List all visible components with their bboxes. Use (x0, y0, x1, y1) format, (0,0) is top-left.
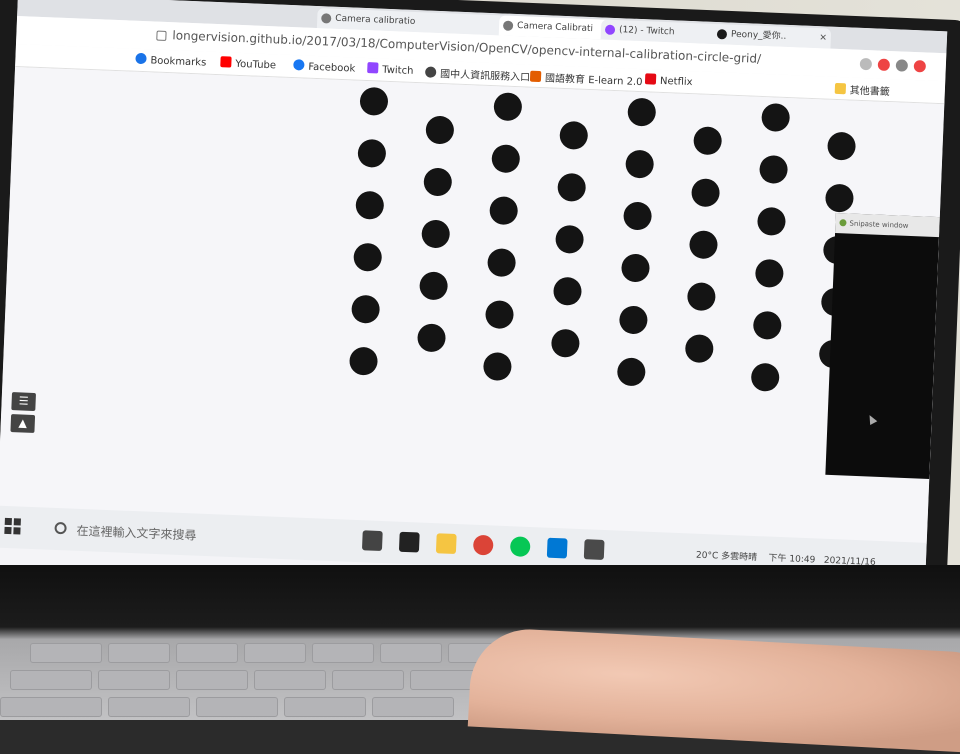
calibration-dot (689, 230, 718, 259)
tab-label: Camera calibratio (335, 13, 416, 27)
menu-icon[interactable]: ☰ (11, 392, 37, 412)
back-to-top-icon[interactable]: ▲ (10, 414, 36, 434)
calibration-dot (621, 254, 650, 283)
calibration-dot (759, 155, 788, 184)
calibration-dot (625, 150, 654, 179)
calibration-dot (493, 92, 522, 121)
calibration-dot (491, 144, 520, 173)
bookmark-youtube[interactable]: YouTube (220, 56, 276, 71)
calibration-dot (619, 305, 648, 334)
photos-icon[interactable] (583, 539, 605, 560)
calibration-dot (355, 191, 384, 220)
close-icon[interactable]: ✕ (819, 28, 827, 48)
calibration-dot (351, 295, 380, 324)
calibration-dot (685, 334, 714, 363)
taskbar-search-box[interactable]: 在這裡輸入文字來搜尋 (44, 516, 335, 554)
calibration-dot (489, 196, 518, 225)
profile-icon[interactable] (913, 60, 927, 73)
star-icon (135, 52, 147, 65)
calibration-dot (357, 139, 386, 168)
circle-grid-pattern (349, 87, 856, 392)
calibration-dot (557, 173, 586, 202)
calibration-dot (419, 271, 448, 300)
bookmark-facebook[interactable]: Facebook (293, 59, 355, 75)
bookmark-netflix[interactable]: Netflix (644, 73, 693, 88)
calibration-dot (755, 259, 784, 288)
calibration-dot (559, 121, 588, 150)
facebook-icon (293, 59, 305, 71)
calibration-dot (483, 352, 512, 381)
github-icon (502, 20, 514, 31)
calibration-dot (757, 207, 786, 236)
search-placeholder: 在這裡輸入文字來搜尋 (76, 523, 197, 543)
clock-time[interactable]: 下午 10:49 (768, 554, 815, 566)
calibration-dot (825, 184, 854, 213)
calibration-dot (425, 116, 454, 145)
youtube-icon (220, 56, 232, 68)
windows-start-icon[interactable] (4, 517, 21, 535)
shield-app-icon[interactable] (398, 531, 420, 553)
calibration-dot (359, 87, 388, 116)
weather-text[interactable]: 20°C 多雲時晴 (696, 551, 757, 563)
tab-label: (12) - Twitch (618, 25, 675, 38)
page-content: ☰ ▲ Snipaste window (0, 66, 945, 544)
panel-title: Snipaste window (835, 212, 940, 238)
calibration-dot (753, 311, 782, 340)
calibration-dot (627, 98, 656, 127)
bookmark-portal[interactable]: 國中人資訊服務入口 (424, 64, 531, 84)
bookmark-elearn[interactable]: 國語教育 E-learn 2.0 (529, 69, 643, 88)
twitch-icon (367, 62, 379, 74)
vscode-icon[interactable] (546, 537, 568, 559)
calibration-dot (751, 363, 780, 392)
page-floating-buttons: ☰ ▲ (10, 392, 37, 437)
netflix-icon (644, 73, 657, 85)
keyboard-row (0, 697, 454, 717)
calibration-dot (827, 132, 856, 161)
keyboard-row (30, 643, 510, 663)
mouse-cursor-icon (865, 413, 878, 425)
calibration-dot (349, 347, 378, 376)
chrome-icon[interactable] (472, 534, 494, 556)
lock-icon (156, 30, 167, 41)
calibration-dot (421, 219, 450, 248)
google-icon (321, 13, 332, 24)
snipaste-panel[interactable]: Snipaste window (825, 212, 940, 479)
calibration-dot (353, 243, 382, 272)
calibration-dot (555, 225, 584, 254)
calibration-dot (553, 277, 582, 306)
calibration-dot (485, 300, 514, 329)
laptop-screen: Camera calibratio ✕ Camera Calibrati ✕ (… (0, 0, 948, 621)
bookmark-other[interactable]: 其他書籤 (834, 81, 891, 98)
extension-icons (859, 57, 927, 73)
tab-label: Peony_愛你.. (730, 29, 787, 42)
file-explorer-icon[interactable] (435, 533, 457, 555)
page-icon (716, 29, 728, 40)
calibration-dot (687, 282, 716, 311)
search-icon (54, 521, 67, 535)
pin-icon (424, 66, 437, 78)
bookmark-twitch[interactable]: Twitch (367, 62, 414, 77)
calibration-dot (417, 323, 446, 352)
calibration-dot (693, 126, 722, 155)
calibration-dot (551, 329, 580, 358)
calibration-dot (691, 178, 720, 207)
calibration-dot (617, 357, 646, 386)
calibration-dot (487, 248, 516, 277)
task-view-icon[interactable] (361, 530, 383, 552)
book-icon (529, 70, 542, 83)
folder-icon (834, 82, 847, 95)
extension-icon[interactable] (895, 59, 909, 72)
keyboard-row (10, 670, 482, 690)
star-icon[interactable] (859, 57, 873, 71)
calibration-dot (623, 202, 652, 231)
tab-label: Camera Calibrati (516, 21, 594, 35)
bookmark-bookmarks[interactable]: Bookmarks (135, 52, 206, 69)
twitch-icon (604, 24, 616, 35)
calibration-dot (423, 167, 452, 196)
line-icon[interactable] (509, 536, 531, 557)
calibration-dot (761, 103, 790, 132)
extension-icon[interactable] (877, 58, 891, 72)
